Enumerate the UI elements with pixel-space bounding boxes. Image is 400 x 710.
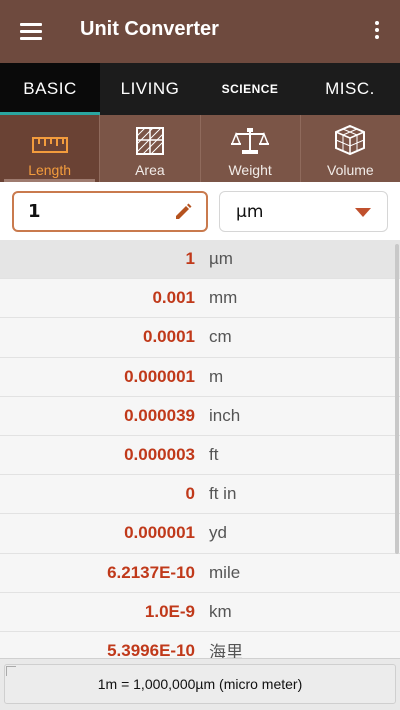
result-value: 6.2137E-10 xyxy=(107,562,195,582)
value-input-text: 1 xyxy=(28,201,41,222)
result-value: 1.0E-9 xyxy=(144,601,195,621)
result-unit: m xyxy=(209,366,224,386)
scrollbar[interactable] xyxy=(395,244,399,554)
input-row: 1 µm xyxy=(0,182,400,240)
value-input[interactable]: 1 xyxy=(12,191,208,232)
app-title: Unit Converter xyxy=(80,18,219,40)
menu-icon[interactable] xyxy=(20,23,42,40)
scale-icon xyxy=(231,128,270,154)
result-unit: yd xyxy=(209,523,227,543)
result-unit: inch xyxy=(209,405,241,425)
table-row[interactable]: 0.001 mm xyxy=(0,279,400,319)
ruler-icon xyxy=(31,137,68,153)
unit-select[interactable]: µm xyxy=(219,191,388,232)
table-row[interactable]: 1 µm xyxy=(0,240,400,280)
table-row[interactable]: 0.000001 yd xyxy=(0,514,400,554)
footer-bar: 1m = 1,000,000µm (micro meter) xyxy=(0,658,400,710)
table-row[interactable]: 0.000003 ft xyxy=(0,435,400,476)
result-unit: 海里 xyxy=(209,643,243,658)
category-bar: Length Area Weight Volume xyxy=(0,115,400,182)
result-value: 0.000001 xyxy=(124,366,195,386)
cube-icon xyxy=(335,124,366,156)
tab-misc[interactable]: MISC. xyxy=(300,63,400,115)
unit-select-value: µm xyxy=(236,201,264,222)
result-value: 0.000001 xyxy=(124,523,195,543)
tab-science[interactable]: SCIENCE xyxy=(200,63,300,115)
category-volume[interactable]: Volume xyxy=(301,115,400,182)
category-label: Area xyxy=(135,162,165,178)
definition-text: 1m = 1,000,000µm (micro meter) xyxy=(97,676,303,692)
more-options-icon[interactable] xyxy=(374,21,380,41)
definition-button[interactable]: 1m = 1,000,000µm (micro meter) xyxy=(4,664,396,704)
results-list[interactable]: 1 µm 0.001 mm 0.0001 cm 0.000001 m 0.000… xyxy=(0,240,400,658)
table-row[interactable]: 0 ft in xyxy=(0,475,400,515)
result-unit: ft in xyxy=(209,484,237,504)
table-row[interactable]: 0.000001 m xyxy=(0,357,400,397)
result-unit: ft xyxy=(209,445,219,465)
table-row[interactable]: 6.2137E-10 mile xyxy=(0,553,400,593)
tab-living[interactable]: LIVING xyxy=(100,63,200,115)
app-bar: Unit Converter xyxy=(0,0,400,63)
category-weight[interactable]: Weight xyxy=(201,115,301,182)
category-area[interactable]: Area xyxy=(100,115,201,182)
corner-mark xyxy=(6,666,16,676)
result-unit: km xyxy=(209,601,232,621)
result-unit: µm xyxy=(209,249,233,269)
category-label: Length xyxy=(28,162,72,178)
table-row[interactable]: 0.000039 inch xyxy=(0,396,400,436)
result-value: 0 xyxy=(185,484,195,504)
category-label: Volume xyxy=(327,162,374,178)
area-grid-icon xyxy=(135,127,164,155)
result-value: 0.000003 xyxy=(124,445,195,465)
category-length[interactable]: Length xyxy=(0,115,101,182)
result-value: 0.001 xyxy=(152,288,195,308)
result-value: 0.000039 xyxy=(124,405,195,425)
pencil-icon[interactable] xyxy=(174,203,192,221)
table-row[interactable]: 0.0001 cm xyxy=(0,318,400,358)
result-value: 0.0001 xyxy=(143,327,195,347)
table-row[interactable]: 5.3996E-10 海里 xyxy=(0,631,400,658)
result-unit: cm xyxy=(209,327,232,347)
chevron-down-icon xyxy=(355,208,371,217)
category-label: Weight xyxy=(228,162,272,178)
tab-bar: BASIC LIVING SCIENCE MISC. xyxy=(0,63,400,115)
result-value: 5.3996E-10 xyxy=(107,640,195,658)
result-unit: mile xyxy=(209,562,241,582)
result-value: 1 xyxy=(185,249,195,269)
tab-basic[interactable]: BASIC xyxy=(0,63,100,115)
result-unit: mm xyxy=(209,288,238,308)
table-row[interactable]: 1.0E-9 km xyxy=(0,592,400,632)
